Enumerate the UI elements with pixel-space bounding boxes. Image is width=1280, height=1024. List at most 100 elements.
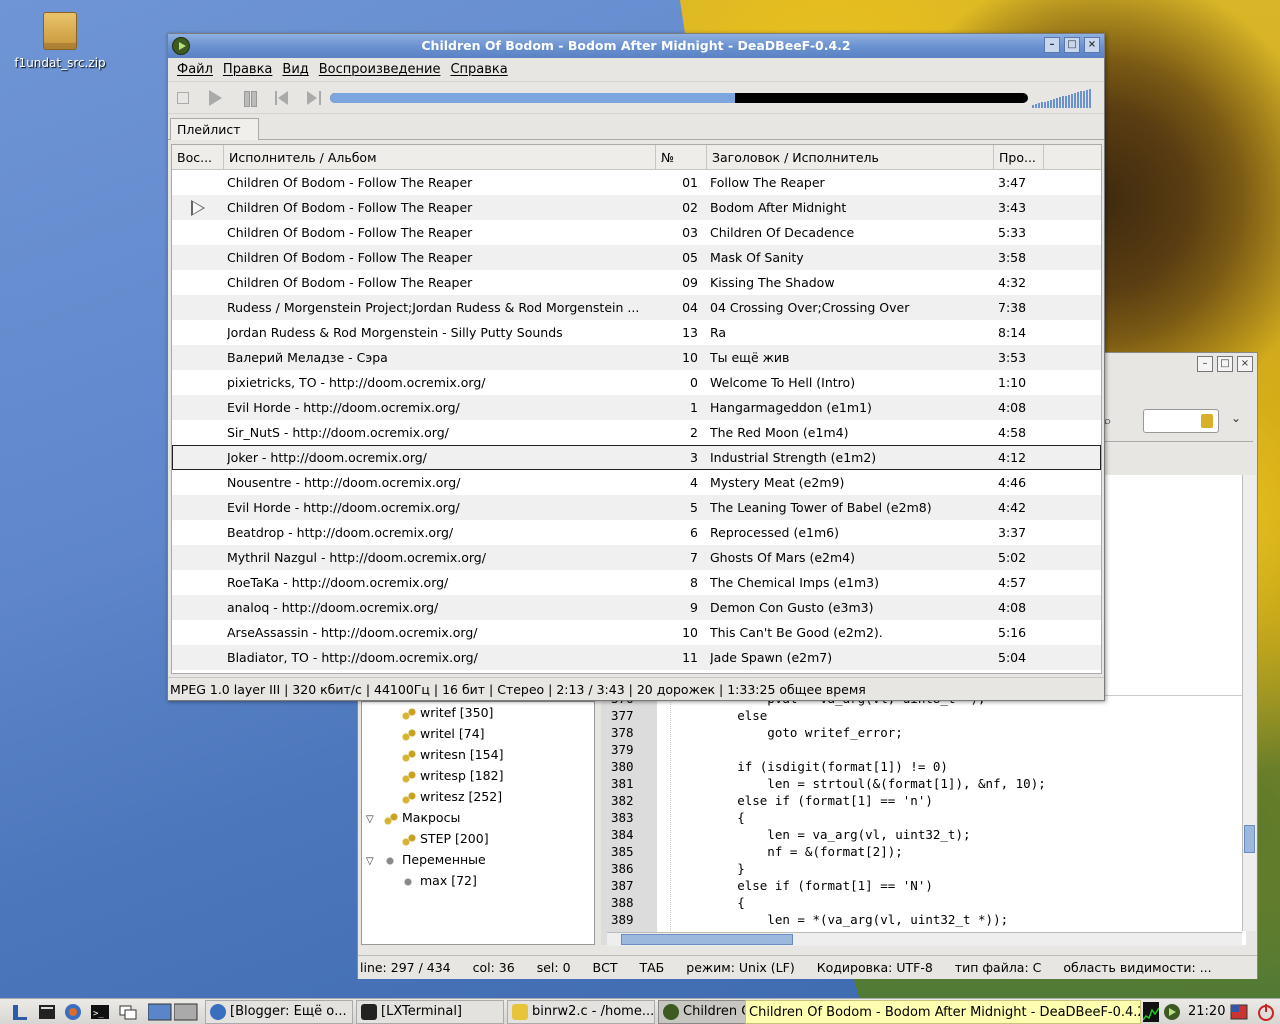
row-title: The Chemical Imps (e1m3) — [710, 575, 880, 590]
code-line[interactable]: 389 len = *(va_arg(vl, uint32_t *)); — [601, 911, 1246, 928]
browser-launcher-icon[interactable] — [63, 1003, 83, 1021]
vertical-scrollbar[interactable] — [1242, 475, 1256, 931]
horizontal-scrollbar[interactable] — [607, 932, 1242, 946]
minimize-icon[interactable]: – — [1197, 356, 1213, 372]
player-titlebar[interactable]: Children Of Bodom - Bodom After Midnight… — [168, 34, 1104, 58]
next-button[interactable] — [306, 90, 322, 106]
playlist-row[interactable]: Beatdrop - http://doom.ocremix.org/6 Repr… — [172, 520, 1101, 545]
task-browser[interactable]: [Blogger: Ещё о... — [205, 1000, 353, 1024]
playlist-row[interactable]: Валерий Меладзе - Сэра 10 Ты ещё жив 3:53 — [172, 345, 1101, 370]
column-duration[interactable]: Про... — [994, 145, 1044, 170]
desktop-pager-2-icon[interactable] — [173, 1003, 198, 1021]
menu-icon[interactable] — [10, 1003, 30, 1021]
tree-item[interactable]: ▽ Переменные — [362, 849, 594, 870]
tab-playlist[interactable]: Плейлист — [170, 118, 260, 140]
playlist-row[interactable]: Joker - http://doom.ocremix.org/3 Industr… — [172, 445, 1101, 470]
playlist-row[interactable]: Mythril Nazgul - http://doom.ocremix.org… — [172, 545, 1101, 570]
playlist-row[interactable]: Evil Horde - http://doom.ocremix.org/1 Ha… — [172, 395, 1101, 420]
tree-item[interactable]: max [72] — [362, 870, 594, 891]
desktop-icon-archive[interactable]: f1undat_src.zip — [8, 10, 112, 71]
tree-item[interactable]: writesz [252] — [362, 786, 594, 807]
code-line[interactable]: 382 else if (format[1] == 'n') — [601, 792, 1246, 809]
playlist-row[interactable]: Rudess / Morgenstein Project;Jordan Rude… — [172, 295, 1101, 320]
column-artist-album[interactable]: Исполнитель / Альбом — [224, 145, 656, 170]
power-icon[interactable] — [1256, 1003, 1276, 1021]
code-line[interactable]: 377 else — [601, 707, 1246, 724]
scroll-thumb[interactable] — [1244, 825, 1255, 853]
menu-edit[interactable]: Правка — [218, 62, 277, 77]
task-editor[interactable]: binrw2.c - /home... — [507, 1000, 655, 1024]
row-duration: 4:08 — [998, 400, 1027, 415]
volume-step — [1047, 101, 1049, 108]
editor-doc-area[interactable] — [1104, 475, 1244, 695]
search-input[interactable] — [1143, 409, 1219, 433]
tree-item[interactable]: writel [74] — [362, 723, 594, 744]
menu-bar: Файл Правка Вид Воспроизведение Справка — [168, 58, 1104, 82]
chevron-down-icon[interactable]: ⌄ — [1231, 411, 1241, 425]
code-line[interactable]: 383 { — [601, 809, 1246, 826]
task-terminal[interactable]: [LXTerminal] — [356, 1000, 504, 1024]
tree-item[interactable]: writesp [182] — [362, 765, 594, 786]
minimize-icon[interactable]: – — [1044, 37, 1060, 53]
expander-icon[interactable]: ▽ — [366, 851, 378, 872]
playlist-row[interactable]: Children Of Bodom - Follow The Reaper 03 C… — [172, 220, 1101, 245]
column-state[interactable]: Вос... — [172, 145, 224, 170]
playlist-row[interactable]: Children Of Bodom - Follow The Reaper 09 K… — [172, 270, 1101, 295]
column-title-artist[interactable]: Заголовок / Исполнитель — [707, 145, 994, 170]
playlist-view[interactable]: Вос... Исполнитель / Альбом № Заголовок … — [171, 144, 1102, 674]
column-track-number[interactable]: № — [656, 145, 707, 170]
stop-button[interactable] — [177, 92, 189, 104]
maximize-icon[interactable]: □ — [1064, 37, 1080, 53]
playlist-row[interactable]: pixietricks, TO - http://doom.ocremix.or… — [172, 370, 1101, 395]
menu-view[interactable]: Вид — [277, 62, 313, 77]
row-title: Demon Con Gusto (e3m3) — [710, 600, 874, 615]
code-line[interactable]: 387 else if (format[1] == 'N') — [601, 877, 1246, 894]
desktop-pager-1-icon[interactable] — [147, 1003, 172, 1021]
maximize-icon[interactable]: □ — [1217, 356, 1233, 372]
deadbeef-tray-icon[interactable] — [1162, 1003, 1182, 1021]
playlist-row[interactable]: Children Of Bodom - Follow The Reaper 05 M… — [172, 245, 1101, 270]
seek-bar[interactable] — [330, 93, 1028, 103]
playlist-row[interactable]: analoq - http://doom.ocremix.org/9 Demon … — [172, 595, 1101, 620]
code-line[interactable]: 381 len = strtoul(&(format[1]), &nf, 10)… — [601, 775, 1246, 792]
code-line[interactable]: 384 len = va_arg(vl, uint32_t); — [601, 826, 1246, 843]
menu-help[interactable]: Справка — [445, 62, 512, 77]
code-line[interactable]: 379 — [601, 741, 1246, 758]
symbol-tree[interactable]: writef [350] writel [74] writesn [154] writ… — [361, 701, 595, 945]
playlist-row[interactable]: RoeTaKa - http://doom.ocremix.org/8 The C… — [172, 570, 1101, 595]
code-line[interactable]: 385 nf = &(format[2]); — [601, 843, 1246, 860]
keyboard-layout-icon[interactable] — [1229, 1003, 1249, 1021]
deadbeef-app-icon[interactable] — [172, 37, 190, 55]
menu-playback[interactable]: Воспроизведение — [314, 62, 446, 77]
code-line[interactable]: 386 } — [601, 860, 1246, 877]
terminal-launcher-icon[interactable] — [37, 1003, 57, 1021]
menu-file[interactable]: Файл — [172, 62, 218, 77]
playlist-row[interactable]: Children Of Bodom - Follow The Reaper 01 F… — [172, 170, 1101, 195]
code-line[interactable]: 380 if (isdigit(format[1]) != 0) — [601, 758, 1246, 775]
windows-switcher-icon[interactable] — [118, 1003, 138, 1021]
previous-button[interactable] — [274, 90, 290, 106]
tree-item[interactable]: ▽ Макросы — [362, 807, 594, 828]
expander-icon[interactable]: ▽ — [366, 809, 378, 830]
playlist-row[interactable]: Evil Horde - http://doom.ocremix.org/5 Th… — [172, 495, 1101, 520]
tree-item[interactable]: writef [350] — [362, 702, 594, 723]
scroll-thumb[interactable] — [621, 934, 793, 945]
code-line[interactable]: 378 goto writef_error; — [601, 724, 1246, 741]
volume-bar[interactable] — [1032, 88, 1100, 108]
tree-item[interactable]: STEP [200] — [362, 828, 594, 849]
pause-button[interactable] — [242, 90, 258, 107]
playlist-row[interactable]: Sir_NutS - http://doom.ocremix.org/2 The … — [172, 420, 1101, 445]
playlist-row[interactable]: Children Of Bodom - Follow The Reaper 02 B… — [172, 195, 1101, 220]
tree-item[interactable]: writesn [154] — [362, 744, 594, 765]
close-icon[interactable]: × — [1084, 37, 1100, 53]
task-player[interactable]: Children Of Bodom - Bodom After Midnight… — [658, 1000, 746, 1024]
playlist-row[interactable]: ArseAssassin - http://doom.ocremix.org/1… — [172, 620, 1101, 645]
playlist-row[interactable]: Nousentre - http://doom.ocremix.org/4 Mys… — [172, 470, 1101, 495]
play-button[interactable] — [209, 90, 222, 106]
close-icon[interactable]: × — [1237, 356, 1253, 372]
playlist-row[interactable]: Jordan Rudess & Rod Morgenstein - Silly … — [172, 320, 1101, 345]
code-view[interactable]: 376 pval = va_arg(vl, uint8_t *);377 els… — [601, 695, 1246, 945]
playlist-row[interactable]: Bladiator, TO - http://doom.ocremix.org/… — [172, 645, 1101, 670]
code-line[interactable]: 388 { — [601, 894, 1246, 911]
console-launcher-icon[interactable]: >_ — [90, 1003, 110, 1021]
